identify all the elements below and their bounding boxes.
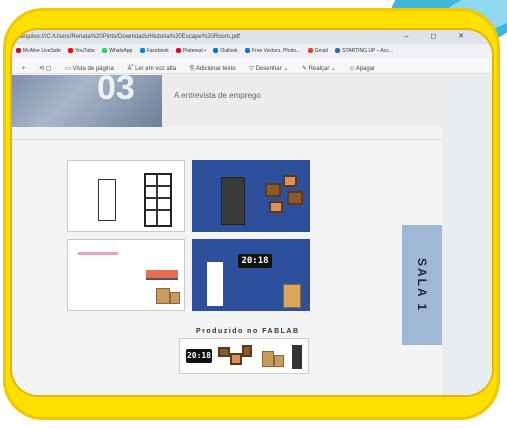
bookmark-icon	[16, 48, 21, 53]
bookmark-label: Free Vectors, Photo...	[251, 48, 301, 54]
bookmark-item[interactable]: WhatsApp	[102, 44, 132, 58]
fablab-caption: Produzido no FABLAB	[196, 328, 300, 335]
pdf-toolbar: + ⟲ ▢ ▭ Vista de página Aᵃ Ler em voz al…	[12, 58, 492, 74]
bookmark-label: Gmail	[314, 48, 328, 54]
erase-button[interactable]: ◇ Apagar	[350, 61, 376, 73]
address-text: arquivo:///C:/Users/Renata%20Pinto/Downl…	[20, 34, 240, 40]
bookmark-icon	[213, 48, 219, 53]
bookmark-label: WhatsApp	[109, 48, 133, 54]
bookmark-icon	[68, 48, 74, 53]
illustration-wall-frames	[192, 160, 310, 232]
picture-frame	[269, 201, 283, 213]
bookmark-icon	[244, 48, 250, 53]
illustration-door-clock: 20:18	[192, 239, 310, 311]
picture-frame	[242, 345, 252, 357]
draw-button[interactable]: ▽ Desenhar ⌄	[249, 61, 288, 73]
bookmark-label: STARTING UP – Acc...	[342, 48, 394, 54]
box-drawing	[170, 292, 180, 304]
bookmark-label: Pinterest •	[183, 48, 206, 54]
books-drawing	[146, 270, 178, 280]
door-drawing	[98, 179, 116, 221]
bookmark-icon	[139, 48, 145, 53]
bookmark-item[interactable]: STARTING UP – Acc...	[335, 44, 393, 58]
cabinet-drawing	[221, 177, 245, 225]
door-drawing	[207, 262, 223, 306]
bookmark-icon	[176, 48, 182, 53]
digital-clock: 20:18	[186, 349, 212, 363]
add-button[interactable]: +	[22, 61, 26, 73]
bookmark-item[interactable]: Outlook	[213, 44, 238, 58]
bookmark-item[interactable]: Pinterest •	[176, 44, 206, 58]
bookmark-icon	[102, 48, 108, 53]
bookmark-label: McAfee LiveSafe	[23, 48, 61, 54]
bookmark-item[interactable]: YouTube	[68, 44, 95, 58]
box-drawing	[262, 351, 274, 367]
browser-window: arquivo:///C:/Users/Renata%20Pinto/Downl…	[12, 30, 492, 395]
bookmark-item[interactable]: Free Vectors, Photo...	[244, 44, 301, 58]
rotate-icon[interactable]: ⟲ ▢	[39, 61, 51, 73]
bookmark-label: Outlook	[220, 48, 238, 54]
bookmark-label: YouTube	[75, 48, 95, 54]
highlight-label: Realçar	[308, 66, 330, 72]
page-header: 03 A entrevista de emprego	[12, 69, 442, 127]
shelf-drawing	[144, 173, 172, 227]
picture-frame	[287, 191, 303, 205]
add-text-button[interactable]: ⎘ Adicionar texto	[190, 61, 236, 73]
address-bar[interactable]: arquivo:///C:/Users/Renata%20Pinto/Downl…	[12, 30, 492, 44]
picture-frame	[265, 183, 281, 197]
room-label: SALA 1	[415, 257, 429, 313]
box-drawing	[156, 288, 170, 304]
digital-clock: 20:18	[238, 254, 272, 268]
illustration-curtain-books	[67, 239, 185, 311]
draw-label: Desenhar	[255, 66, 282, 72]
curtain-drawing	[78, 252, 118, 271]
page-right-margin	[442, 75, 492, 395]
add-text-label: Adicionar texto	[195, 66, 236, 72]
illustration-door-shelf	[67, 160, 185, 232]
cabinet-drawing	[292, 345, 302, 369]
fablab-products-strip: 20:18	[179, 338, 309, 374]
erase-label: Apagar	[355, 66, 376, 72]
box-drawing	[274, 355, 284, 367]
bookmark-icon	[335, 48, 341, 53]
room-label-tab: SALA 1	[402, 225, 442, 345]
bookmark-item[interactable]: Gmail	[307, 44, 328, 58]
window-controls[interactable]: – ◻ ✕	[405, 30, 474, 44]
header-divider	[12, 139, 442, 140]
chapter-number: 03	[97, 69, 135, 107]
bookmark-icon	[307, 48, 313, 53]
picture-frame	[218, 347, 230, 357]
highlight-button[interactable]: ✎ Realçar ⌄	[302, 61, 336, 73]
picture-frame	[283, 175, 297, 187]
picture-frame	[230, 353, 242, 365]
bookmarks-bar: McAfee LiveSafe YouTube WhatsApp Faceboo…	[12, 44, 492, 58]
bookmark-item[interactable]: McAfee LiveSafe	[16, 44, 61, 58]
chapter-subtitle: A entrevista de emprego	[174, 91, 261, 100]
bookmark-item[interactable]: Facebook	[139, 44, 169, 58]
read-aloud-label: Ler em voz alta	[135, 66, 177, 72]
header-photo: 03	[12, 69, 162, 127]
pdf-page: 03 A entrevista de emprego 20:18 SALA 1 …	[12, 69, 492, 395]
bookmark-label: Facebook	[146, 48, 169, 54]
cabinet-drawing	[283, 284, 301, 308]
